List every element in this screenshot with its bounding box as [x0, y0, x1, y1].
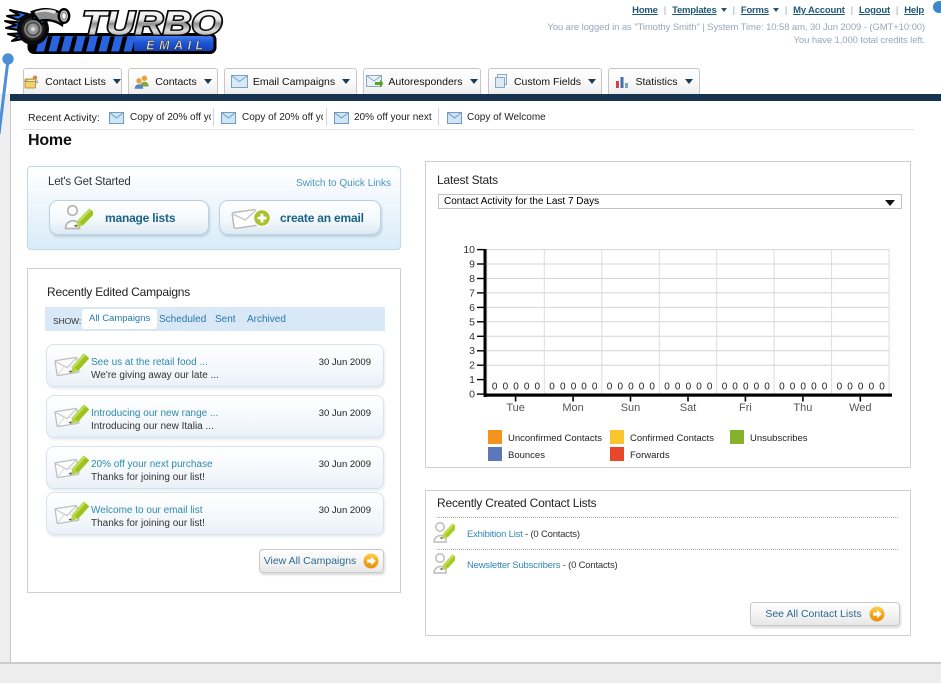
svg-text:0: 0 [675, 382, 681, 393]
svg-text:0: 0 [571, 382, 577, 393]
svg-text:7: 7 [469, 287, 475, 299]
svg-text:0: 0 [592, 382, 598, 393]
svg-text:0: 0 [743, 382, 749, 393]
svg-text:0: 0 [664, 382, 670, 393]
svg-text:3: 3 [469, 345, 475, 357]
svg-text:Bounces: Bounces [508, 450, 545, 461]
svg-text:Confirmed Contacts: Confirmed Contacts [630, 433, 714, 444]
svg-text:0: 0 [492, 382, 498, 393]
svg-text:0: 0 [869, 382, 875, 393]
svg-text:1: 1 [469, 374, 475, 386]
svg-text:0: 0 [581, 382, 587, 393]
svg-text:0: 0 [811, 382, 817, 393]
svg-text:0: 0 [696, 382, 702, 393]
svg-text:Unconfirmed Contacts: Unconfirmed Contacts [508, 433, 602, 444]
svg-text:0: 0 [800, 382, 806, 393]
svg-text:0: 0 [732, 382, 738, 393]
svg-text:0: 0 [535, 382, 541, 393]
svg-text:0: 0 [549, 382, 555, 393]
svg-text:10: 10 [463, 244, 475, 256]
svg-text:9: 9 [469, 259, 475, 271]
svg-text:Forwards: Forwards [630, 450, 670, 461]
svg-text:0: 0 [628, 382, 634, 393]
svg-text:0: 0 [847, 382, 853, 393]
svg-text:0: 0 [560, 382, 566, 393]
svg-text:0: 0 [858, 382, 864, 393]
svg-text:8: 8 [469, 273, 475, 285]
svg-text:0: 0 [879, 382, 885, 393]
svg-text:5: 5 [469, 316, 475, 328]
svg-text:0: 0 [722, 382, 728, 393]
svg-text:0: 0 [779, 382, 785, 393]
svg-text:2: 2 [469, 360, 475, 372]
svg-text:Sun: Sun [621, 402, 641, 414]
svg-text:TURBO: TURBO [82, 5, 222, 42]
svg-text:0: 0 [707, 382, 713, 393]
svg-text:Unsubscribes: Unsubscribes [750, 433, 808, 444]
svg-text:0: 0 [790, 382, 796, 393]
svg-text:0: 0 [618, 382, 624, 393]
svg-text:Sat: Sat [680, 402, 697, 414]
svg-text:Mon: Mon [562, 402, 583, 414]
svg-text:0: 0 [822, 382, 828, 393]
svg-text:0: 0 [837, 382, 843, 393]
svg-text:6: 6 [469, 302, 475, 314]
svg-text:Fri: Fri [739, 402, 752, 414]
svg-text:0: 0 [764, 382, 770, 393]
svg-text:Tue: Tue [506, 402, 525, 414]
svg-text:0: 0 [649, 382, 655, 393]
svg-text:0: 0 [686, 382, 692, 393]
svg-text:Wed: Wed [849, 402, 871, 414]
svg-text:0: 0 [513, 382, 519, 393]
svg-text:0: 0 [754, 382, 760, 393]
svg-text:0: 0 [469, 389, 475, 401]
svg-text:Thu: Thu [793, 402, 812, 414]
svg-text:4: 4 [469, 331, 475, 343]
svg-text:0: 0 [503, 382, 509, 393]
svg-text:0: 0 [524, 382, 530, 393]
svg-text:0: 0 [639, 382, 645, 393]
svg-text:0: 0 [607, 382, 613, 393]
